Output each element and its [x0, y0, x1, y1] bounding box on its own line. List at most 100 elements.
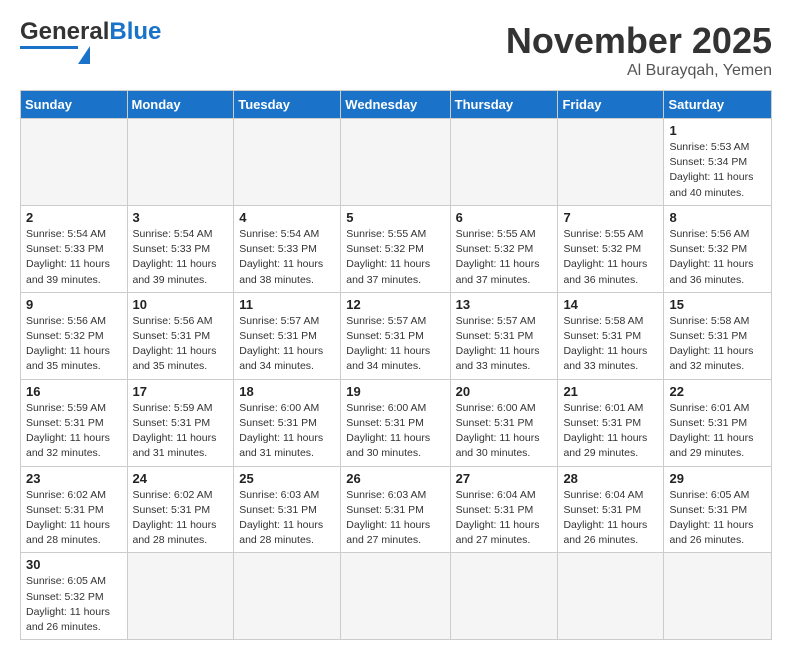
day-number: 15	[669, 297, 766, 312]
day-info: Sunrise: 5:55 AM Sunset: 5:32 PM Dayligh…	[456, 227, 553, 288]
day-number: 7	[563, 210, 658, 225]
calendar-cell	[450, 119, 558, 206]
day-number: 12	[346, 297, 444, 312]
day-number: 4	[239, 210, 335, 225]
weekday-sunday: Sunday	[21, 91, 128, 119]
day-number: 14	[563, 297, 658, 312]
day-info: Sunrise: 5:57 AM Sunset: 5:31 PM Dayligh…	[239, 314, 335, 375]
calendar-cell: 13 Sunrise: 5:57 AM Sunset: 5:31 PM Dayli…	[450, 292, 558, 379]
weekday-wednesday: Wednesday	[341, 91, 450, 119]
day-info: Sunrise: 5:59 AM Sunset: 5:31 PM Dayligh…	[26, 401, 122, 462]
calendar-cell: 2 Sunrise: 5:54 AM Sunset: 5:33 PM Daylig…	[21, 205, 128, 292]
calendar-cell	[558, 553, 664, 640]
calendar-row: 23 Sunrise: 6:02 AM Sunset: 5:31 PM Dayli…	[21, 466, 772, 553]
day-info: Sunrise: 6:05 AM Sunset: 5:31 PM Dayligh…	[669, 488, 766, 549]
day-info: Sunrise: 5:58 AM Sunset: 5:31 PM Dayligh…	[669, 314, 766, 375]
weekday-thursday: Thursday	[450, 91, 558, 119]
logo-line	[20, 46, 78, 49]
calendar-row: 1 Sunrise: 5:53 AM Sunset: 5:34 PM Daylig…	[21, 119, 772, 206]
calendar-cell: 5Sunrise: 5:55 AM Sunset: 5:32 PM Daylig…	[341, 205, 450, 292]
day-number: 8	[669, 210, 766, 225]
calendar-cell	[127, 553, 234, 640]
calendar-cell	[21, 119, 128, 206]
day-info: Sunrise: 5:56 AM Sunset: 5:32 PM Dayligh…	[26, 314, 122, 375]
day-number: 30	[26, 557, 122, 572]
day-info: Sunrise: 5:56 AM Sunset: 5:31 PM Dayligh…	[133, 314, 229, 375]
logo: GeneralBlue	[20, 20, 161, 64]
day-info: Sunrise: 6:01 AM Sunset: 5:31 PM Dayligh…	[669, 401, 766, 462]
calendar-cell: 14 Sunrise: 5:58 AM Sunset: 5:31 PM Dayli…	[558, 292, 664, 379]
calendar-cell: 27 Sunrise: 6:04 AM Sunset: 5:31 PM Dayli…	[450, 466, 558, 553]
day-info: Sunrise: 5:57 AM Sunset: 5:31 PM Dayligh…	[346, 314, 444, 375]
day-info: Sunrise: 5:54 AM Sunset: 5:33 PM Dayligh…	[133, 227, 229, 288]
day-number: 2	[26, 210, 122, 225]
calendar-cell	[234, 119, 341, 206]
weekday-tuesday: Tuesday	[234, 91, 341, 119]
weekday-friday: Friday	[558, 91, 664, 119]
day-info: Sunrise: 5:59 AM Sunset: 5:31 PM Dayligh…	[133, 401, 229, 462]
day-info: Sunrise: 5:54 AM Sunset: 5:33 PM Dayligh…	[239, 227, 335, 288]
day-number: 1	[669, 123, 766, 138]
calendar-cell	[234, 553, 341, 640]
calendar-row: 16 Sunrise: 5:59 AM Sunset: 5:31 PM Dayli…	[21, 379, 772, 466]
calendar-cell: 10 Sunrise: 5:56 AM Sunset: 5:31 PM Dayli…	[127, 292, 234, 379]
calendar-cell: 7Sunrise: 5:55 AM Sunset: 5:32 PM Daylig…	[558, 205, 664, 292]
day-number: 28	[563, 471, 658, 486]
calendar-cell: 24Sunrise: 6:02 AM Sunset: 5:31 PM Dayli…	[127, 466, 234, 553]
logo-text: GeneralBlue	[20, 20, 161, 44]
day-number: 21	[563, 384, 658, 399]
day-info: Sunrise: 6:05 AM Sunset: 5:32 PM Dayligh…	[26, 574, 122, 635]
calendar-cell: 3Sunrise: 5:54 AM Sunset: 5:33 PM Daylig…	[127, 205, 234, 292]
day-number: 16	[26, 384, 122, 399]
calendar-table: SundayMondayTuesdayWednesdayThursdayFrid…	[20, 90, 772, 640]
calendar-cell: 6Sunrise: 5:55 AM Sunset: 5:32 PM Daylig…	[450, 205, 558, 292]
day-number: 20	[456, 384, 553, 399]
day-number: 17	[133, 384, 229, 399]
day-info: Sunrise: 5:55 AM Sunset: 5:32 PM Dayligh…	[346, 227, 444, 288]
location: Al Burayqah, Yemen	[506, 62, 772, 80]
day-number: 10	[133, 297, 229, 312]
calendar-cell: 21 Sunrise: 6:01 AM Sunset: 5:31 PM Dayli…	[558, 379, 664, 466]
calendar-cell: 12 Sunrise: 5:57 AM Sunset: 5:31 PM Dayli…	[341, 292, 450, 379]
day-info: Sunrise: 5:53 AM Sunset: 5:34 PM Dayligh…	[669, 140, 766, 201]
calendar-cell: 25 Sunrise: 6:03 AM Sunset: 5:31 PM Dayli…	[234, 466, 341, 553]
day-info: Sunrise: 6:00 AM Sunset: 5:31 PM Dayligh…	[456, 401, 553, 462]
day-info: Sunrise: 6:02 AM Sunset: 5:31 PM Dayligh…	[133, 488, 229, 549]
weekday-saturday: Saturday	[664, 91, 772, 119]
calendar-cell	[664, 553, 772, 640]
calendar-cell: 26Sunrise: 6:03 AM Sunset: 5:31 PM Dayli…	[341, 466, 450, 553]
calendar-cell: 15 Sunrise: 5:58 AM Sunset: 5:31 PM Dayli…	[664, 292, 772, 379]
day-number: 9	[26, 297, 122, 312]
calendar-cell	[127, 119, 234, 206]
month-title: November 2025	[506, 20, 772, 62]
calendar-cell	[558, 119, 664, 206]
day-info: Sunrise: 5:57 AM Sunset: 5:31 PM Dayligh…	[456, 314, 553, 375]
calendar-cell: 4 Sunrise: 5:54 AM Sunset: 5:33 PM Daylig…	[234, 205, 341, 292]
weekday-monday: Monday	[127, 91, 234, 119]
day-info: Sunrise: 6:01 AM Sunset: 5:31 PM Dayligh…	[563, 401, 658, 462]
day-number: 25	[239, 471, 335, 486]
calendar-cell: 19Sunrise: 6:00 AM Sunset: 5:31 PM Dayli…	[341, 379, 450, 466]
day-number: 29	[669, 471, 766, 486]
calendar-cell: 16 Sunrise: 5:59 AM Sunset: 5:31 PM Dayli…	[21, 379, 128, 466]
page-header: GeneralBlue November 2025 Al Burayqah, Y…	[20, 20, 772, 80]
calendar-cell: 28 Sunrise: 6:04 AM Sunset: 5:31 PM Dayli…	[558, 466, 664, 553]
calendar-cell	[341, 553, 450, 640]
day-number: 13	[456, 297, 553, 312]
day-number: 26	[346, 471, 444, 486]
calendar-cell: 22 Sunrise: 6:01 AM Sunset: 5:31 PM Dayli…	[664, 379, 772, 466]
day-info: Sunrise: 6:04 AM Sunset: 5:31 PM Dayligh…	[456, 488, 553, 549]
day-number: 23	[26, 471, 122, 486]
day-number: 18	[239, 384, 335, 399]
day-info: Sunrise: 5:58 AM Sunset: 5:31 PM Dayligh…	[563, 314, 658, 375]
calendar-cell	[450, 553, 558, 640]
day-number: 11	[239, 297, 335, 312]
day-number: 27	[456, 471, 553, 486]
day-info: Sunrise: 6:04 AM Sunset: 5:31 PM Dayligh…	[563, 488, 658, 549]
day-info: Sunrise: 6:03 AM Sunset: 5:31 PM Dayligh…	[239, 488, 335, 549]
calendar-cell: 11 Sunrise: 5:57 AM Sunset: 5:31 PM Dayli…	[234, 292, 341, 379]
day-number: 22	[669, 384, 766, 399]
calendar-cell: 30 Sunrise: 6:05 AM Sunset: 5:32 PM Dayli…	[21, 553, 128, 640]
calendar-cell: 17 Sunrise: 5:59 AM Sunset: 5:31 PM Dayli…	[127, 379, 234, 466]
day-info: Sunrise: 5:54 AM Sunset: 5:33 PM Dayligh…	[26, 227, 122, 288]
